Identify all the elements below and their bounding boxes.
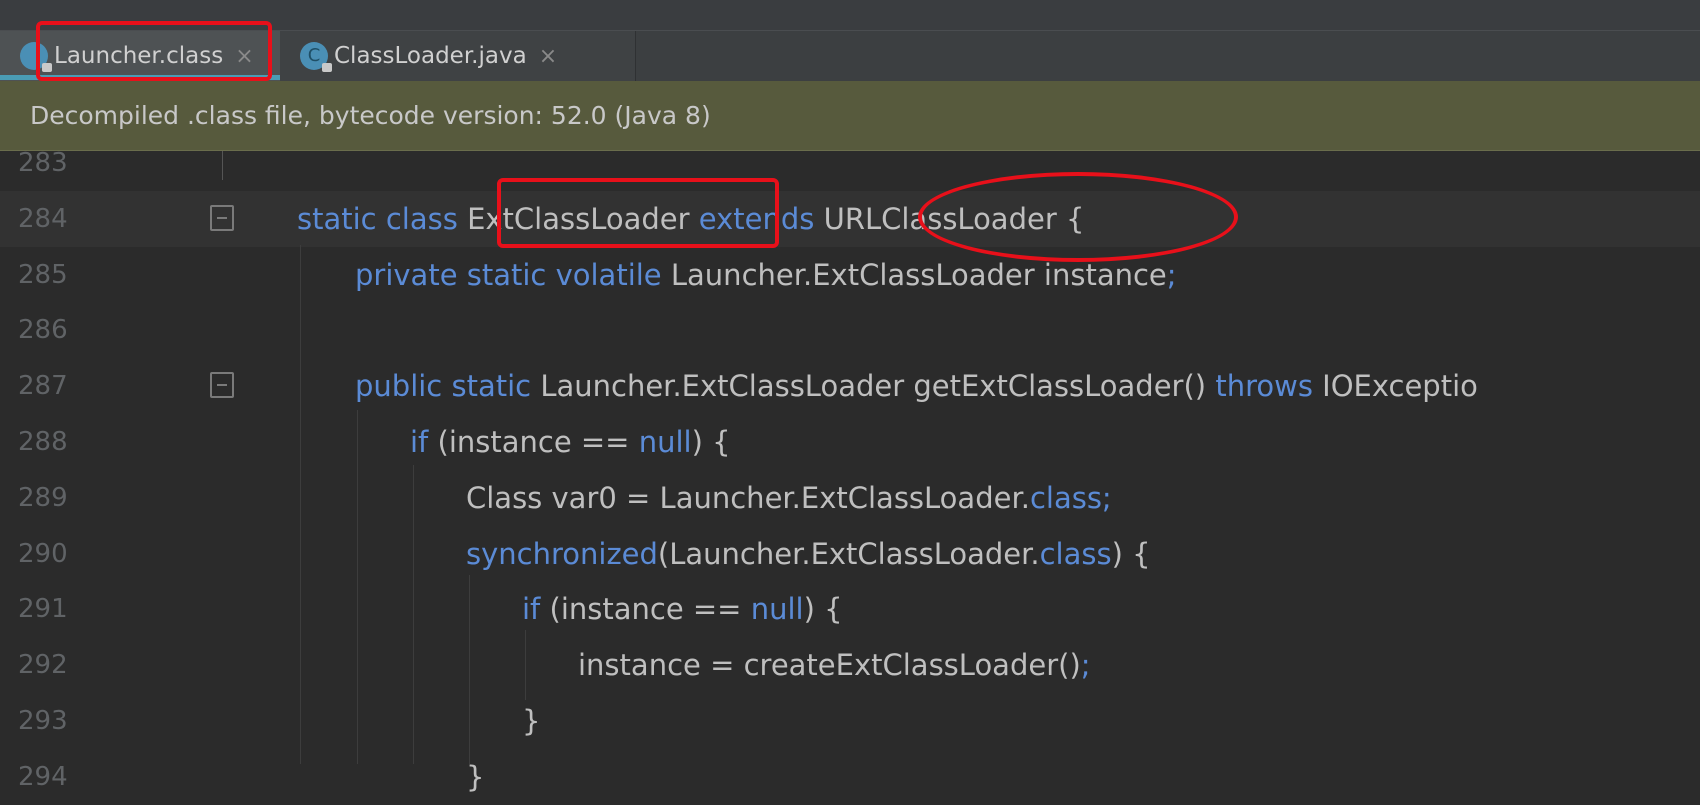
code-keyword: private static volatile: [355, 257, 671, 292]
code-text: instance = createExtClassLoader();: [578, 637, 1091, 693]
fold-guide: [222, 150, 223, 180]
code-token: Class var0 = Launcher.ExtClassLoader.: [466, 480, 1030, 515]
code-text: }: [522, 693, 540, 749]
code-text: if (instance == null) {: [410, 414, 731, 470]
line-number: 294: [18, 761, 68, 792]
code-line[interactable]: 292 instance = createExtClassLoader();: [0, 637, 1700, 693]
code-keyword: throws: [1215, 369, 1323, 404]
tab-label: ClassLoader.java: [334, 43, 527, 69]
indent-guide: [357, 410, 358, 764]
indent-guide: [469, 575, 470, 764]
code-token: Launcher.ExtClassLoader getExtClassLoade…: [540, 369, 1216, 404]
code-token: (Launcher.ExtClassLoader.: [657, 536, 1040, 571]
code-keyword: public static: [355, 369, 541, 404]
line-number: 293: [18, 706, 68, 736]
code-text: Class var0 = Launcher.ExtClassLoader.cla…: [466, 470, 1112, 526]
decompiled-notice-banner: Decompiled .class file, bytecode version…: [0, 81, 1700, 151]
line-number: 292: [18, 650, 68, 681]
code-line[interactable]: 293}: [0, 693, 1700, 749]
line-number: 286: [18, 315, 68, 346]
code-token: instance = createExtClassLoader(): [578, 648, 1081, 683]
code-text: synchronized(Launcher.ExtClassLoader.cla…: [466, 526, 1151, 582]
code-line[interactable]: 284 static class ExtClassLoader extends U…: [0, 190, 1700, 247]
line-number: 287: [18, 371, 68, 402]
line-number: 289: [18, 482, 68, 513]
code-line[interactable]: 288 if (instance == null) {: [0, 414, 1700, 470]
close-icon[interactable]: ×: [539, 44, 557, 69]
fold-toggle-icon[interactable]: [210, 372, 234, 399]
code-keyword: if: [522, 592, 550, 627]
code-line[interactable]: 290 synchronized(Launcher.ExtClassLoader.…: [0, 526, 1700, 582]
code-token: (instance ==: [437, 425, 639, 459]
code-token: ) {: [691, 425, 731, 459]
code-line[interactable]: 291 if (instance == null) {: [0, 581, 1700, 637]
code-text: public static Launcher.ExtClassLoader ge…: [355, 358, 1478, 414]
code-keyword: null: [638, 425, 692, 459]
annotation-rect-tab: [36, 21, 272, 81]
code-token: ) {: [1111, 536, 1151, 571]
annotation-rect-extclassloader: [497, 178, 779, 248]
code-token: IOExceptio: [1322, 369, 1478, 404]
indent-guide: [525, 630, 526, 700]
line-number: 284: [18, 203, 68, 234]
code-keyword: class: [1039, 536, 1112, 571]
fold-toggle-icon[interactable]: [210, 204, 234, 231]
indent-guide: [300, 245, 301, 764]
code-keyword: ;: [1080, 648, 1091, 683]
tab-classloader-java[interactable]: C ClassLoader.java ×: [280, 31, 636, 81]
code-keyword: synchronized: [466, 536, 658, 571]
code-text: if (instance == null) {: [522, 581, 843, 637]
code-keyword: class;: [1029, 480, 1112, 515]
line-number: 285: [18, 259, 68, 290]
code-line[interactable]: 286: [0, 302, 1700, 358]
code-keyword: null: [750, 592, 804, 627]
code-token: Launcher.ExtClassLoader instance: [670, 257, 1167, 292]
code-token: ) {: [803, 592, 843, 627]
java-class-locked-icon: C: [300, 42, 332, 72]
code-token: (instance ==: [549, 592, 751, 627]
code-keyword: if: [410, 425, 438, 459]
code-token: }: [522, 704, 541, 738]
line-number: 288: [18, 427, 68, 457]
code-line[interactable]: 294}: [0, 749, 1700, 805]
code-line[interactable]: 285 private static volatile Launcher.ExtC…: [0, 247, 1700, 303]
annotation-ellipse-urlclassloader: [918, 172, 1238, 262]
line-number: 290: [18, 538, 68, 569]
code-line[interactable]: 289 Class var0 = Launcher.ExtClassLoader.…: [0, 470, 1700, 526]
code-keyword: static class: [297, 201, 468, 236]
code-line[interactable]: 287 public static Launcher.ExtClassLoader…: [0, 358, 1700, 414]
code-keyword: ;: [1166, 257, 1177, 292]
code-token: }: [466, 759, 485, 794]
line-number: 291: [18, 594, 68, 625]
indent-guide: [413, 465, 414, 764]
